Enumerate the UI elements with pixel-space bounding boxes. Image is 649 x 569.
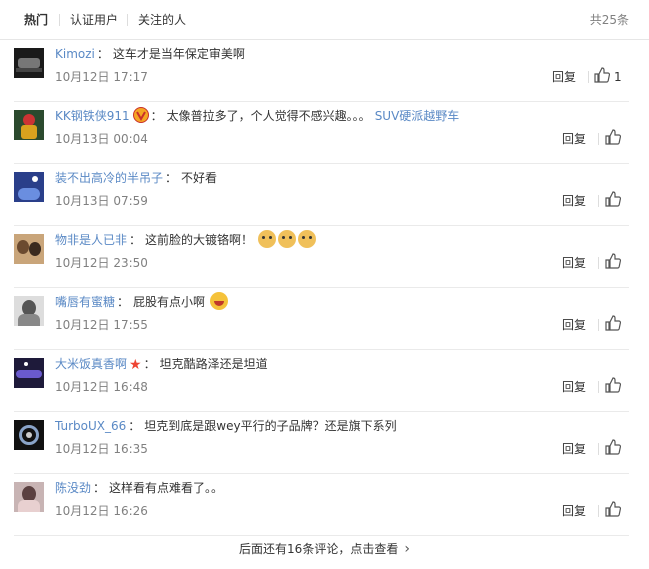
thumbs-up-icon[interactable]	[604, 314, 626, 334]
thumbs-up-icon[interactable]	[604, 252, 626, 272]
action-divider	[598, 319, 599, 331]
comment-item: 嘴唇有蜜糖：屁股有点小啊 10月12日 17:55 回复	[14, 288, 629, 350]
thumbs-up-icon[interactable]	[593, 66, 615, 86]
comment-text: 坦克酷路泽还是坦道	[159, 357, 268, 371]
tab-hot[interactable]: 热门	[24, 12, 48, 28]
doge-emoji-icon	[257, 230, 276, 248]
comment-text: 这前脸的大镀铬啊！	[145, 233, 254, 247]
comment-time: 10月12日 16:48	[55, 380, 148, 394]
reply-button[interactable]: 回复	[562, 131, 586, 147]
star-badge-icon: ★	[129, 357, 142, 373]
chevron-right-icon: ›	[404, 541, 410, 557]
comment-item: TurboUX_66：坦克到底是跟wey平行的子品牌？还是旗下系列 10月12日…	[14, 412, 629, 474]
comment-item: 陈没劲：这样看有点难看了。。 10月12日 16:26 回复	[14, 474, 629, 536]
comment-text: 屁股有点小啊	[133, 295, 206, 309]
thumbs-up-icon[interactable]	[604, 190, 626, 210]
comment-text: 这车才是当年保定审美啊	[112, 47, 245, 61]
avatar[interactable]	[14, 110, 44, 140]
thumbs-up-icon[interactable]	[604, 500, 626, 520]
action-divider	[598, 257, 599, 269]
tab-divider	[127, 14, 128, 26]
action-divider	[598, 505, 599, 517]
like-count: 1	[614, 70, 622, 84]
action-divider	[598, 381, 599, 393]
reply-button[interactable]: 回复	[562, 255, 586, 271]
reply-button[interactable]: 回复	[562, 317, 586, 333]
action-divider	[598, 195, 599, 207]
comment-time: 10月12日 23:50	[55, 256, 148, 270]
comment-time: 10月12日 17:55	[55, 318, 148, 332]
avatar[interactable]	[14, 48, 44, 78]
reply-button[interactable]: 回复	[552, 69, 576, 85]
avatar[interactable]	[14, 296, 44, 326]
comment-username[interactable]: 装不出高冷的半吊子	[55, 171, 163, 185]
comment-text: 这样看有点难看了。。	[109, 481, 224, 495]
comment-item: Kimozi：这车才是当年保定审美啊 10月12日 17:17 回复 1	[14, 40, 629, 102]
comment-time: 10月13日 07:59	[55, 194, 148, 208]
comment-username[interactable]: 陈没劲	[55, 481, 91, 495]
comment-time: 10月12日 17:17	[55, 70, 148, 84]
avatar[interactable]	[14, 420, 44, 450]
comment-username[interactable]: 大米饭真香啊	[55, 357, 127, 371]
comment-time: 10月12日 16:26	[55, 504, 148, 518]
avatar[interactable]	[14, 172, 44, 202]
reply-button[interactable]: 回复	[562, 441, 586, 457]
comment-item: 装不出高冷的半吊子：不好看 10月13日 07:59 回复	[14, 164, 629, 226]
load-more-link[interactable]: 后面还有16条评论，点击查看 ›	[0, 540, 649, 558]
comment-item: KK钢铁侠911：太像普拉多了，个人觉得不感兴趣。。。 SUV硬派越野车 10月1…	[14, 102, 629, 164]
tab-verified[interactable]: 认证用户	[70, 12, 118, 28]
reply-button[interactable]: 回复	[562, 379, 586, 395]
laughing-emoji-icon	[209, 292, 228, 310]
avatar[interactable]	[14, 358, 44, 388]
avatar[interactable]	[14, 234, 44, 264]
avatar[interactable]	[14, 482, 44, 512]
action-divider	[598, 443, 599, 455]
tab-divider	[59, 14, 60, 26]
comment-item: 物非是人已非：这前脸的大镀铬啊！ 10月12日 23:50 回复	[14, 226, 629, 288]
total-count: 共25条	[589, 13, 629, 27]
comment-time: 10月12日 16:35	[55, 442, 148, 456]
comment-tabs: 热门 认证用户 关注的人 共25条	[0, 0, 649, 40]
comment-text: 不好看	[181, 171, 218, 185]
reply-button[interactable]: 回复	[562, 503, 586, 519]
comment-username[interactable]: TurboUX_66	[55, 419, 126, 433]
thumbs-up-icon[interactable]	[604, 376, 626, 396]
thumbs-up-icon[interactable]	[604, 128, 626, 148]
comment-text: 坦克到底是跟wey平行的子品牌？还是旗下系列	[144, 419, 397, 433]
topic-link[interactable]: SUV硬派越野车	[375, 109, 460, 123]
thumbs-up-icon[interactable]	[604, 438, 626, 458]
load-more-label: 后面还有16条评论，点击查看	[239, 542, 399, 556]
reply-button[interactable]: 回复	[562, 193, 586, 209]
tab-following[interactable]: 关注的人	[138, 12, 186, 28]
action-divider	[588, 71, 589, 83]
comment-text: 太像普拉多了，个人觉得不感兴趣。。。	[166, 109, 371, 123]
comment-item: 大米饭真香啊 ★：坦克酷路泽还是坦道 10月12日 16:48 回复	[14, 350, 629, 412]
doge-emoji-icon	[277, 230, 296, 248]
vip-badge-icon	[132, 107, 149, 123]
comment-time: 10月13日 00:04	[55, 132, 148, 146]
comment-username[interactable]: KK钢铁侠911	[55, 109, 130, 123]
doge-emoji-icon	[297, 230, 316, 248]
comment-username[interactable]: 物非是人已非	[55, 233, 127, 247]
comment-username[interactable]: 嘴唇有蜜糖	[55, 295, 115, 309]
comment-username[interactable]: Kimozi	[55, 47, 95, 61]
action-divider	[598, 133, 599, 145]
